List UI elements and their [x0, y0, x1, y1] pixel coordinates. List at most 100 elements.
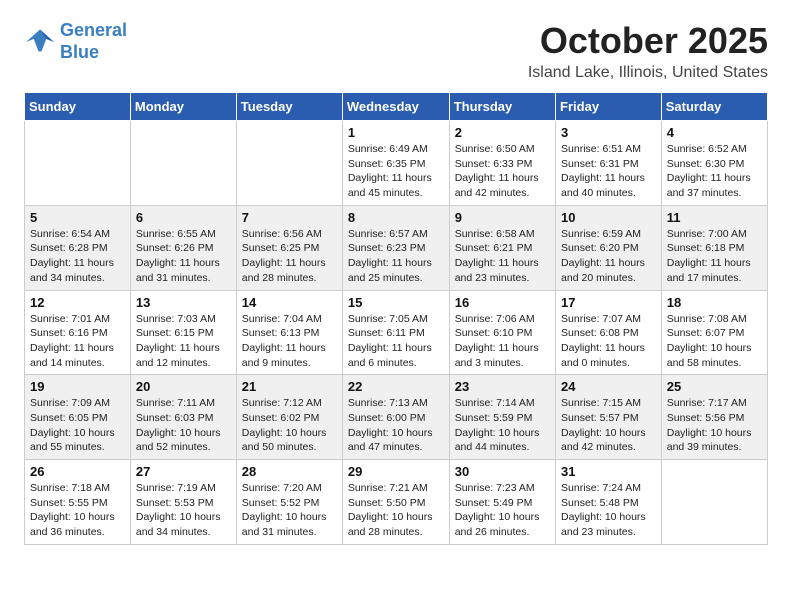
day-info: Sunrise: 7:09 AM Sunset: 6:05 PM Dayligh… [30, 396, 125, 455]
logo-line2: Blue [60, 42, 99, 62]
calendar-week-row: 1 Sunrise: 6:49 AM Sunset: 6:35 PM Daylig… [25, 121, 768, 206]
table-row [130, 121, 236, 206]
day-number: 26 [30, 464, 125, 479]
table-row: 26 Sunrise: 7:18 AM Sunset: 5:55 PM Dayli… [25, 460, 131, 545]
day-info: Sunrise: 7:05 AM Sunset: 6:11 PM Dayligh… [348, 312, 444, 371]
day-number: 28 [242, 464, 337, 479]
day-number: 10 [561, 210, 656, 225]
table-row: 6 Sunrise: 6:55 AM Sunset: 6:26 PM Daylig… [130, 205, 236, 290]
day-number: 22 [348, 379, 444, 394]
table-row [236, 121, 342, 206]
day-info: Sunrise: 7:24 AM Sunset: 5:48 PM Dayligh… [561, 481, 656, 540]
table-row [661, 460, 767, 545]
day-info: Sunrise: 7:06 AM Sunset: 6:10 PM Dayligh… [455, 312, 550, 371]
day-info: Sunrise: 7:20 AM Sunset: 5:52 PM Dayligh… [242, 481, 337, 540]
day-info: Sunrise: 7:01 AM Sunset: 6:16 PM Dayligh… [30, 312, 125, 371]
day-info: Sunrise: 6:49 AM Sunset: 6:35 PM Dayligh… [348, 142, 444, 201]
table-row: 15 Sunrise: 7:05 AM Sunset: 6:11 PM Dayli… [342, 290, 449, 375]
day-number: 11 [667, 210, 762, 225]
table-row: 22 Sunrise: 7:13 AM Sunset: 6:00 PM Dayli… [342, 375, 449, 460]
day-info: Sunrise: 6:55 AM Sunset: 6:26 PM Dayligh… [136, 227, 231, 286]
day-number: 9 [455, 210, 550, 225]
table-row: 16 Sunrise: 7:06 AM Sunset: 6:10 PM Dayli… [449, 290, 555, 375]
table-row: 5 Sunrise: 6:54 AM Sunset: 6:28 PM Daylig… [25, 205, 131, 290]
table-row: 24Sunrise: 7:15 AM Sunset: 5:57 PM Dayli… [556, 375, 662, 460]
day-info: Sunrise: 7:14 AM Sunset: 5:59 PM Dayligh… [455, 396, 550, 455]
day-info: Sunrise: 7:00 AM Sunset: 6:18 PM Dayligh… [667, 227, 762, 286]
day-info: Sunrise: 7:11 AM Sunset: 6:03 PM Dayligh… [136, 396, 231, 455]
table-row: 28 Sunrise: 7:20 AM Sunset: 5:52 PM Dayli… [236, 460, 342, 545]
table-row: 4Sunrise: 6:52 AM Sunset: 6:30 PM Daylig… [661, 121, 767, 206]
day-info: Sunrise: 7:04 AM Sunset: 6:13 PM Dayligh… [242, 312, 337, 371]
day-info: Sunrise: 6:57 AM Sunset: 6:23 PM Dayligh… [348, 227, 444, 286]
table-row: 19 Sunrise: 7:09 AM Sunset: 6:05 PM Dayli… [25, 375, 131, 460]
day-number: 1 [348, 125, 444, 140]
header-tuesday: Tuesday [236, 93, 342, 121]
day-number: 14 [242, 295, 337, 310]
table-row: 11 Sunrise: 7:00 AM Sunset: 6:18 PM Dayli… [661, 205, 767, 290]
logo-text: General Blue [60, 20, 127, 63]
day-number: 13 [136, 295, 231, 310]
table-row: 10 Sunrise: 6:59 AM Sunset: 6:20 PM Dayli… [556, 205, 662, 290]
logo: General Blue [24, 20, 127, 63]
day-number: 25 [667, 379, 762, 394]
day-info: Sunrise: 7:21 AM Sunset: 5:50 PM Dayligh… [348, 481, 444, 540]
table-row: 18 Sunrise: 7:08 AM Sunset: 6:07 PM Dayli… [661, 290, 767, 375]
day-info: Sunrise: 7:08 AM Sunset: 6:07 PM Dayligh… [667, 312, 762, 371]
calendar-week-row: 12 Sunrise: 7:01 AM Sunset: 6:16 PM Dayli… [25, 290, 768, 375]
table-row: 30 Sunrise: 7:23 AM Sunset: 5:49 PM Dayli… [449, 460, 555, 545]
day-number: 30 [455, 464, 550, 479]
logo-line1: General [60, 20, 127, 40]
day-number: 23 [455, 379, 550, 394]
day-info: Sunrise: 7:23 AM Sunset: 5:49 PM Dayligh… [455, 481, 550, 540]
day-info: Sunrise: 6:58 AM Sunset: 6:21 PM Dayligh… [455, 227, 550, 286]
day-info: Sunrise: 6:50 AM Sunset: 6:33 PM Dayligh… [455, 142, 550, 201]
day-info: Sunrise: 7:19 AM Sunset: 5:53 PM Dayligh… [136, 481, 231, 540]
day-number: 8 [348, 210, 444, 225]
day-number: 12 [30, 295, 125, 310]
table-row: 7 Sunrise: 6:56 AM Sunset: 6:25 PM Daylig… [236, 205, 342, 290]
day-number: 20 [136, 379, 231, 394]
table-row: 25 Sunrise: 7:17 AM Sunset: 5:56 PM Dayli… [661, 375, 767, 460]
day-number: 17 [561, 295, 656, 310]
day-info: Sunrise: 7:07 AM Sunset: 6:08 PM Dayligh… [561, 312, 656, 371]
day-number: 18 [667, 295, 762, 310]
day-number: 19 [30, 379, 125, 394]
header-monday: Monday [130, 93, 236, 121]
header-sunday: Sunday [25, 93, 131, 121]
day-info: Sunrise: 6:54 AM Sunset: 6:28 PM Dayligh… [30, 227, 125, 286]
table-row: 23 Sunrise: 7:14 AM Sunset: 5:59 PM Dayli… [449, 375, 555, 460]
table-row: 1 Sunrise: 6:49 AM Sunset: 6:35 PM Daylig… [342, 121, 449, 206]
table-row: 2 Sunrise: 6:50 AM Sunset: 6:33 PM Daylig… [449, 121, 555, 206]
day-info: Sunrise: 7:03 AM Sunset: 6:15 PM Dayligh… [136, 312, 231, 371]
day-number: 3 [561, 125, 656, 140]
day-number: 21 [242, 379, 337, 394]
header-wednesday: Wednesday [342, 93, 449, 121]
header-friday: Friday [556, 93, 662, 121]
header-thursday: Thursday [449, 93, 555, 121]
table-row: 14 Sunrise: 7:04 AM Sunset: 6:13 PM Dayli… [236, 290, 342, 375]
day-info: Sunrise: 7:13 AM Sunset: 6:00 PM Dayligh… [348, 396, 444, 455]
day-info: Sunrise: 6:56 AM Sunset: 6:25 PM Dayligh… [242, 227, 337, 286]
calendar-week-row: 26 Sunrise: 7:18 AM Sunset: 5:55 PM Dayli… [25, 460, 768, 545]
day-number: 6 [136, 210, 231, 225]
day-number: 2 [455, 125, 550, 140]
calendar-table: Sunday Monday Tuesday Wednesday Thursday… [24, 92, 768, 545]
table-row [25, 121, 131, 206]
calendar-header-row: Sunday Monday Tuesday Wednesday Thursday… [25, 93, 768, 121]
day-number: 27 [136, 464, 231, 479]
calendar-week-row: 19 Sunrise: 7:09 AM Sunset: 6:05 PM Dayli… [25, 375, 768, 460]
title-block: October 2025 Island Lake, Illinois, Unit… [528, 20, 768, 82]
table-row: 3Sunrise: 6:51 AM Sunset: 6:31 PM Daylig… [556, 121, 662, 206]
day-number: 5 [30, 210, 125, 225]
day-info: Sunrise: 7:18 AM Sunset: 5:55 PM Dayligh… [30, 481, 125, 540]
month-title: October 2025 [528, 20, 768, 62]
day-number: 15 [348, 295, 444, 310]
day-info: Sunrise: 7:17 AM Sunset: 5:56 PM Dayligh… [667, 396, 762, 455]
day-number: 7 [242, 210, 337, 225]
table-row: 20 Sunrise: 7:11 AM Sunset: 6:03 PM Dayli… [130, 375, 236, 460]
day-number: 16 [455, 295, 550, 310]
logo-bird-icon [24, 28, 56, 56]
day-number: 29 [348, 464, 444, 479]
day-info: Sunrise: 6:59 AM Sunset: 6:20 PM Dayligh… [561, 227, 656, 286]
